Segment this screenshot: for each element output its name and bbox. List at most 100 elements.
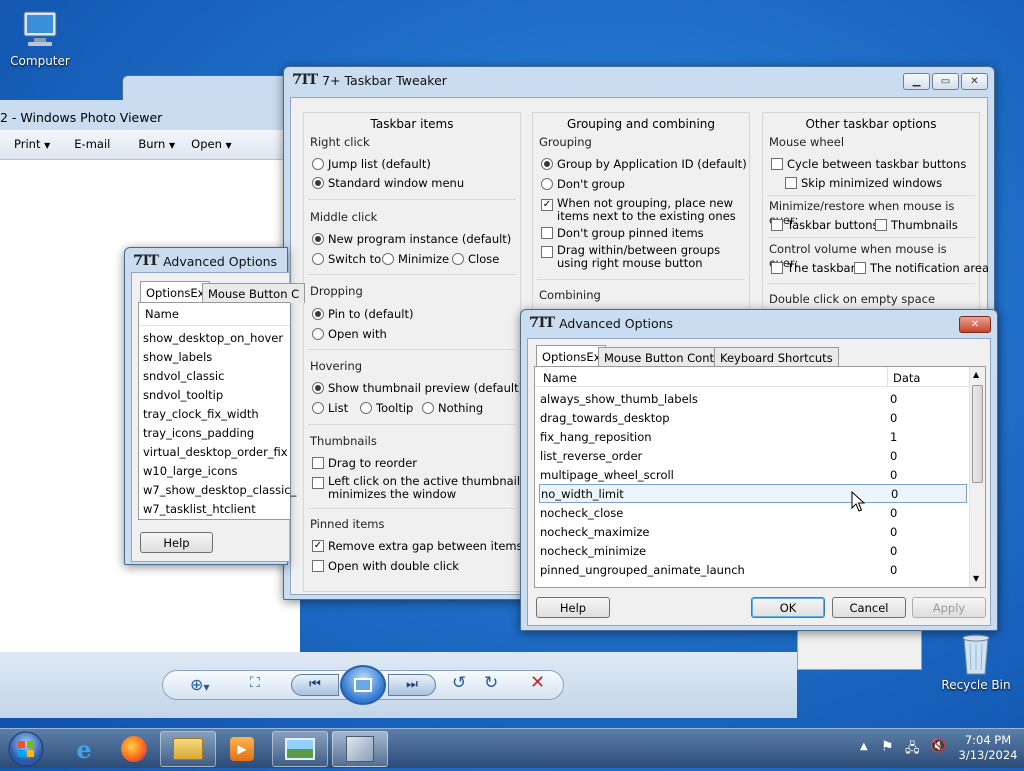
list-item[interactable]: tray_clock_fix_width bbox=[143, 404, 259, 423]
adv-back-title: Advanced Options bbox=[163, 253, 278, 269]
vertical-scrollbar[interactable]: ▲ ▼ bbox=[969, 367, 985, 587]
checkbox-remove-gap[interactable]: ✓ Remove extra gap between items bbox=[312, 539, 523, 553]
minimize-button[interactable]: ▁ bbox=[903, 73, 930, 90]
table-row[interactable]: nocheck_minimize 0 bbox=[539, 541, 967, 560]
actual-size-icon[interactable]: ⛶ bbox=[250, 675, 260, 691]
list-item[interactable]: virtual_desktop_order_fix bbox=[143, 442, 288, 461]
table-row[interactable]: nocheck_maximize 0 bbox=[539, 522, 967, 541]
clock[interactable]: 7:04 PM 3/13/2024 bbox=[958, 733, 1018, 763]
checkbox-drag-reorder[interactable]: Drag to reorder bbox=[312, 456, 417, 470]
table-row[interactable]: multipage_wheel_scroll 0 bbox=[539, 465, 967, 484]
list-item[interactable]: sndvol_classic bbox=[143, 366, 224, 385]
table-row[interactable]: always_show_thumb_labels 0 bbox=[539, 389, 967, 408]
advanced-options-back-window[interactable]: 7TT Advanced Options OptionsEx Mouse But… bbox=[124, 247, 306, 565]
scroll-down-icon[interactable]: ▼ bbox=[973, 574, 979, 583]
radio-open-with[interactable]: Open with bbox=[312, 327, 387, 341]
maximize-button[interactable]: ▭ bbox=[932, 73, 959, 90]
list-item[interactable]: sndvol_tooltip bbox=[143, 385, 223, 404]
radio-nothing[interactable]: Nothing bbox=[422, 401, 483, 415]
list-item[interactable]: show_desktop_on_hover bbox=[143, 328, 283, 347]
apply-button[interactable]: Apply bbox=[912, 597, 986, 618]
zoom-icon[interactable]: ⊕▼ bbox=[190, 675, 210, 694]
list-item[interactable]: show_labels bbox=[143, 347, 212, 366]
slideshow-icon bbox=[354, 678, 372, 692]
advanced-options-window[interactable]: 7TT Advanced Options ✕ OptionsEx Mouse B… bbox=[520, 309, 998, 631]
adv-front-listbox[interactable]: Name Data always_show_thumb_labels 0 drag_… bbox=[534, 366, 986, 588]
checkbox-volume-taskbar[interactable]: The taskbar bbox=[771, 261, 855, 275]
table-row[interactable]: no_width_limit 0 bbox=[539, 484, 967, 503]
list-item[interactable]: w7_tasklist_htclient bbox=[143, 499, 256, 518]
rotate-left-icon[interactable]: ↺ bbox=[452, 673, 466, 693]
list-item[interactable]: w10_large_icons bbox=[143, 461, 238, 480]
table-row[interactable]: drag_towards_desktop 0 bbox=[539, 408, 967, 427]
table-row[interactable]: nocheck_close 0 bbox=[539, 503, 967, 522]
menu-open[interactable]: Open ▼ bbox=[191, 137, 232, 151]
volume-muted-icon[interactable]: 🔇 bbox=[930, 739, 946, 754]
adv-back-listbox[interactable]: Name show_desktop_on_hover show_labels snd… bbox=[138, 302, 296, 520]
checkbox-volume-notification[interactable]: The notification area bbox=[854, 261, 989, 275]
radio-close[interactable]: Close bbox=[452, 252, 499, 266]
table-row[interactable]: list_reverse_order 0 bbox=[539, 446, 967, 465]
checkbox-dont-group-pinned[interactable]: Don't group pinned items bbox=[541, 226, 704, 240]
start-button[interactable] bbox=[6, 730, 46, 768]
close-button[interactable]: ✕ bbox=[959, 316, 991, 333]
network-icon[interactable]: 🖧 bbox=[905, 739, 920, 761]
taskbar-explorer[interactable] bbox=[160, 731, 216, 767]
checkbox-thumbnails[interactable]: Thumbnails bbox=[875, 218, 958, 232]
taskbar-ie[interactable]: e bbox=[56, 731, 112, 767]
rotate-right-icon[interactable]: ↻ bbox=[484, 673, 498, 693]
help-button[interactable]: Help bbox=[140, 532, 213, 553]
help-button[interactable]: Help bbox=[536, 597, 610, 618]
checkbox-drag-right-mouse[interactable]: Drag within/between groups using right mo… bbox=[541, 244, 720, 270]
list-item[interactable]: tray_icons_padding bbox=[143, 423, 254, 442]
radio-standard-menu[interactable]: Standard window menu bbox=[312, 176, 464, 190]
delete-icon[interactable]: ✕ bbox=[530, 672, 545, 693]
menu-email[interactable]: E-mail bbox=[74, 137, 110, 151]
tab-optionsex[interactable]: OptionsEx bbox=[140, 281, 211, 303]
table-row[interactable]: fix_hang_reposition 1 bbox=[539, 427, 967, 446]
cancel-button[interactable]: Cancel bbox=[832, 597, 906, 618]
taskbar-taskbar-tweaker[interactable] bbox=[332, 731, 388, 767]
radio-dont-group[interactable]: Don't group bbox=[541, 177, 625, 191]
checkbox-skip-minimized[interactable]: Skip minimized windows bbox=[785, 176, 942, 190]
radio-tooltip[interactable]: Tooltip bbox=[360, 401, 413, 415]
list-item[interactable]: w7_show_desktop_classic_ bbox=[143, 480, 296, 499]
tab-optionsex[interactable]: OptionsEx bbox=[536, 345, 607, 367]
desktop-icon-computer[interactable]: Computer bbox=[0, 8, 80, 68]
tab-keyboard-shortcuts[interactable]: Keyboard Shortcuts bbox=[714, 347, 839, 367]
radio-minimize[interactable]: Minimize bbox=[382, 252, 449, 266]
menu-burn[interactable]: Burn ▼ bbox=[138, 137, 175, 151]
radio-jump-list[interactable]: Jump list (default) bbox=[312, 157, 431, 171]
next-button[interactable]: ⏭ bbox=[388, 674, 436, 696]
radio-new-instance[interactable]: New program instance (default) bbox=[312, 232, 511, 246]
desktop-icon-recycle-bin[interactable]: Recycle Bin bbox=[936, 630, 1016, 692]
checkbox-left-click-minimize[interactable]: Left click on the active thumbnail minimi… bbox=[312, 475, 520, 501]
radio-list[interactable]: List bbox=[312, 401, 348, 415]
radio-group-app-id[interactable]: Group by Application ID (default) bbox=[541, 157, 747, 171]
adv-front-titlebar: 7TT Advanced Options bbox=[529, 315, 673, 331]
radio-pin-to[interactable]: Pin to (default) bbox=[312, 307, 413, 321]
photo-viewer-titlebar[interactable]: 2 - Windows Photo Viewer bbox=[0, 100, 300, 132]
checkbox-open-double[interactable]: Open with double click bbox=[312, 559, 459, 573]
menu-print[interactable]: Print ▼ bbox=[14, 137, 50, 151]
checkbox-place-next[interactable]: ✓ When not grouping, place new items next … bbox=[541, 197, 736, 223]
slideshow-button[interactable] bbox=[340, 665, 386, 705]
action-center-flag-icon[interactable]: ⚑ bbox=[881, 739, 894, 755]
checkbox-cycle-buttons[interactable]: Cycle between taskbar buttons bbox=[771, 157, 966, 171]
taskbar-media[interactable]: ▶ bbox=[214, 731, 270, 767]
column-header-data[interactable]: Data bbox=[893, 371, 920, 385]
close-button[interactable]: ✕ bbox=[961, 73, 988, 90]
radio-show-preview[interactable]: Show thumbnail preview (default) bbox=[312, 381, 523, 395]
taskbar-photo-viewer[interactable] bbox=[272, 731, 328, 767]
table-row[interactable]: pinned_ungrouped_animate_launch 0 bbox=[539, 560, 967, 579]
taskbar-firefox[interactable] bbox=[106, 731, 162, 767]
show-hidden-icons[interactable]: ▲ bbox=[860, 741, 868, 752]
checkbox-taskbar-buttons[interactable]: Taskbar buttons bbox=[771, 218, 878, 232]
column-header-name[interactable]: Name bbox=[543, 371, 577, 385]
tab-mouse-button-control[interactable]: Mouse Button C bbox=[202, 283, 306, 303]
scrollbar-thumb[interactable] bbox=[972, 385, 983, 483]
ok-button[interactable]: OK bbox=[751, 597, 825, 618]
previous-button[interactable]: ⏮ bbox=[291, 674, 339, 696]
radio-switch-to[interactable]: Switch to bbox=[312, 252, 381, 266]
scroll-up-icon[interactable]: ▲ bbox=[973, 370, 979, 379]
